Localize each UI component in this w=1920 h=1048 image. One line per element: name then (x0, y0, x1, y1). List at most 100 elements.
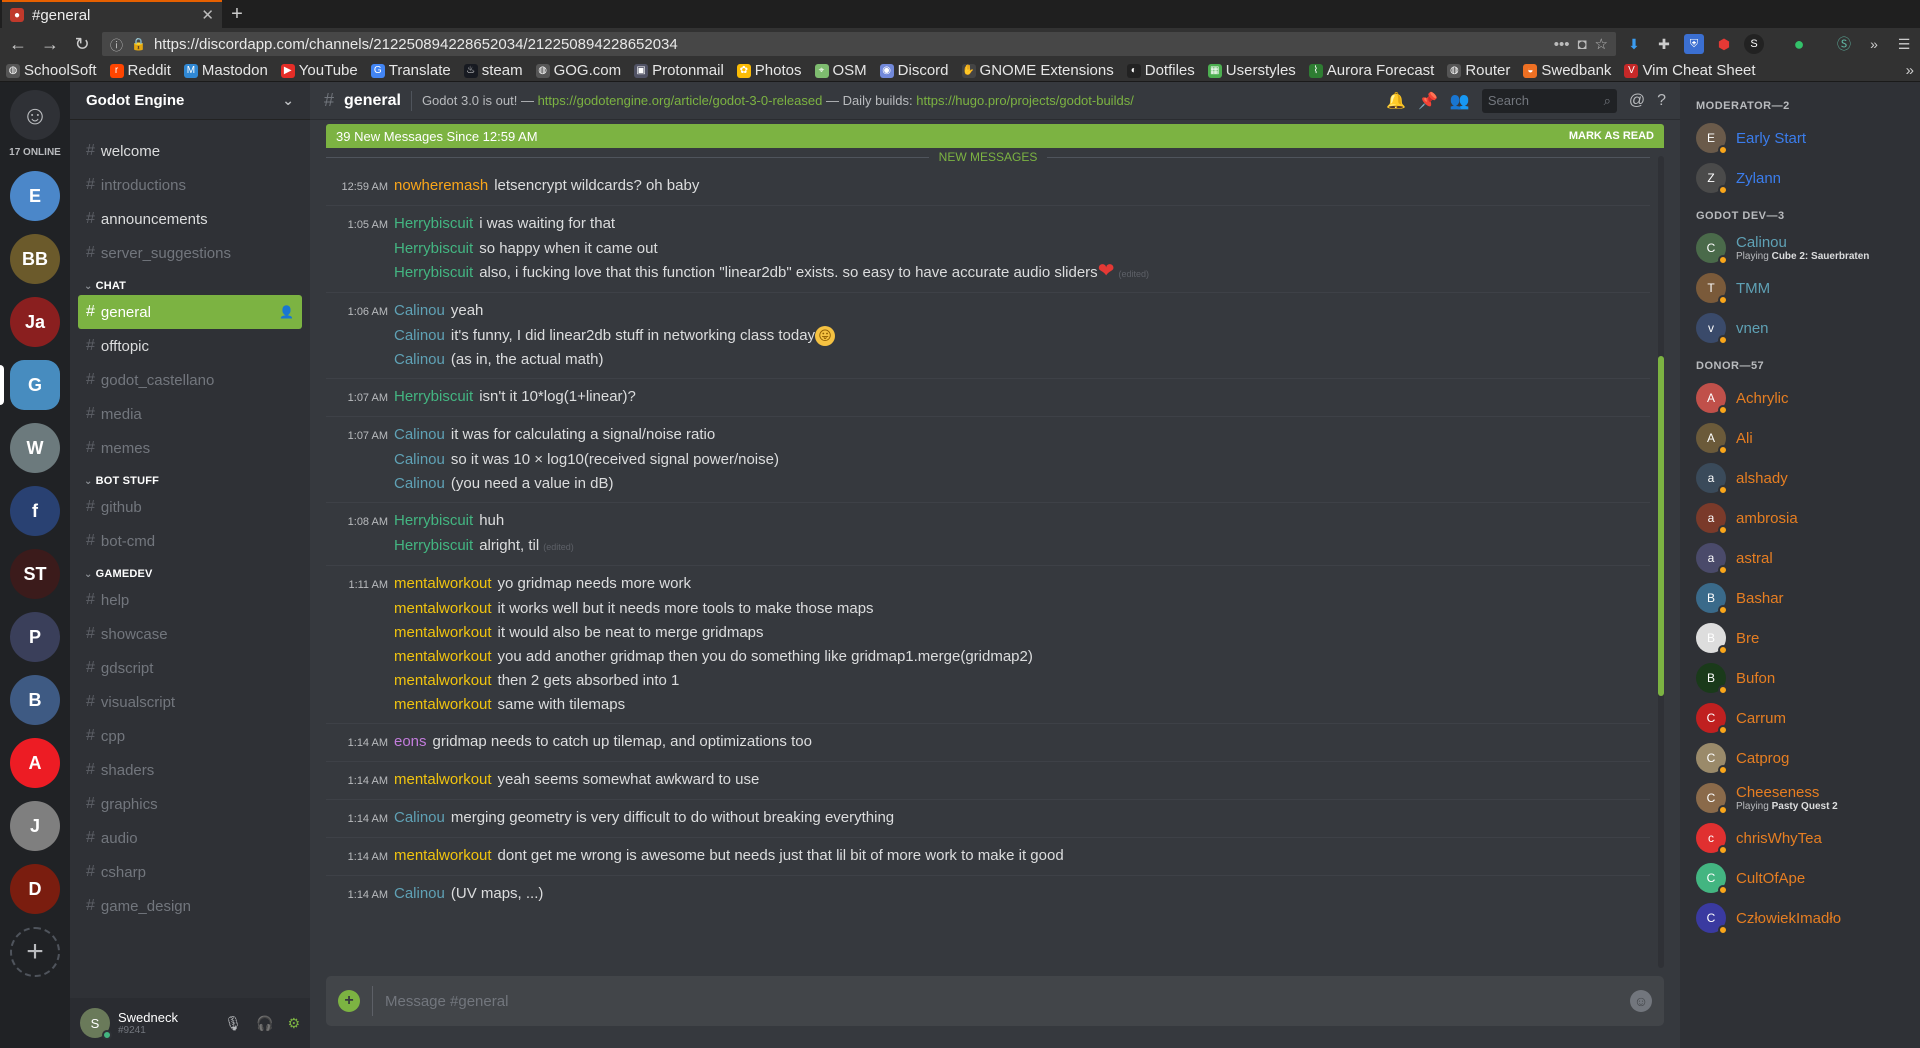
topic-link-builds[interactable]: https://hugo.pro/projects/godot-builds/ (916, 93, 1134, 108)
channel-audio[interactable]: # audio (78, 821, 302, 855)
emoji-picker-icon[interactable]: ☺ (1630, 990, 1652, 1012)
page-actions-icon[interactable]: ••• (1554, 36, 1570, 53)
member-item[interactable]: C Cheeseness Playing Pasty Quest 2 (1696, 778, 1912, 818)
channel-csharp[interactable]: # csharp (78, 855, 302, 889)
server-icon[interactable]: ST (10, 549, 60, 599)
message-scrollbar[interactable] (1658, 156, 1664, 968)
settings-gear-icon[interactable]: ⚙ (287, 1015, 300, 1032)
help-icon[interactable]: ? (1657, 92, 1666, 110)
url-bar[interactable]: ⓘ 🔒 https://discordapp.com/channels/2122… (102, 32, 1616, 56)
lock-icon[interactable]: 🔒 (131, 37, 146, 51)
avatar[interactable]: C (1696, 233, 1728, 265)
member-item[interactable]: a alshady (1696, 458, 1912, 498)
avatar[interactable]: B (1696, 623, 1728, 655)
member-item[interactable]: A Achrylic (1696, 378, 1912, 418)
author-name[interactable]: Herrybiscuit (394, 385, 473, 409)
mark-as-read-button[interactable]: MARK AS READ (1569, 130, 1654, 142)
server-icon[interactable]: D (10, 864, 60, 914)
author-name[interactable]: mentalworkout (394, 669, 492, 693)
author-name[interactable]: Calinou (394, 423, 445, 447)
member-item[interactable]: C Calinou Playing Cube 2: Sauerbraten (1696, 228, 1912, 268)
avatar[interactable]: C (1696, 703, 1728, 735)
topic-link-release[interactable]: https://godotengine.org/article/godot-3-… (538, 93, 823, 108)
server-icon[interactable]: J (10, 801, 60, 851)
bookmark-photos[interactable]: ✿ Photos (736, 62, 802, 79)
bookmark-osm[interactable]: ⌖ OSM (814, 62, 867, 79)
avatar[interactable]: A (1696, 383, 1728, 415)
author-name[interactable]: Herrybiscuit (394, 534, 473, 558)
member-item[interactable]: A Ali (1696, 418, 1912, 458)
channel-graphics[interactable]: # graphics (78, 787, 302, 821)
invite-icon[interactable]: 👤 (279, 305, 294, 319)
category-bot-stuff[interactable]: BOT STUFF (78, 465, 302, 490)
server-header[interactable]: Godot Engine ⌄ (70, 82, 310, 120)
author-name[interactable]: Calinou (394, 348, 445, 372)
stylus-extension-icon[interactable]: S (1744, 34, 1764, 54)
chevron-down-icon[interactable]: ⌄ (282, 92, 294, 109)
bookmark-gnome-extensions[interactable]: ✋ GNOME Extensions (961, 62, 1114, 79)
avatar[interactable]: T (1696, 273, 1728, 305)
headphones-icon[interactable]: 🎧 (256, 1015, 273, 1032)
channel-media[interactable]: # media (78, 397, 302, 431)
author-name[interactable]: Calinou (394, 299, 445, 323)
new-tab-button[interactable]: + (222, 0, 252, 28)
mentions-icon[interactable]: @ (1629, 92, 1645, 110)
bookmark-steam[interactable]: ♨ steam (463, 62, 523, 79)
avatar[interactable]: Z (1696, 163, 1728, 195)
member-item[interactable]: C CultOfApe (1696, 858, 1912, 898)
author-name[interactable]: Herrybiscuit (394, 212, 473, 236)
bookmark-translate[interactable]: G Translate (370, 62, 451, 79)
member-item[interactable]: v vnen (1696, 308, 1912, 348)
avatar[interactable]: B (1696, 663, 1728, 695)
channel-memes[interactable]: # memes (78, 431, 302, 465)
member-item[interactable]: B Bashar (1696, 578, 1912, 618)
notification-bell-icon[interactable]: 🔔 (1386, 91, 1406, 111)
channel-game_design[interactable]: # game_design (78, 889, 302, 923)
author-name[interactable]: Calinou (394, 448, 445, 472)
bookmark-aurora-forecast[interactable]: ⌇ Aurora Forecast (1308, 62, 1434, 79)
refresh-extension-icon[interactable]: ● (1774, 19, 1824, 69)
member-item[interactable]: a astral (1696, 538, 1912, 578)
member-item[interactable]: c chrisWhyTea (1696, 818, 1912, 858)
scrollbar-thumb[interactable] (1658, 356, 1664, 696)
forward-button[interactable]: → (38, 32, 62, 56)
author-name[interactable]: Calinou (394, 472, 445, 496)
avatar[interactable]: a (1696, 503, 1728, 535)
bookmark-swedbank[interactable]: ◒ Swedbank (1523, 62, 1611, 79)
friends-home-button[interactable]: ☺ (10, 90, 60, 140)
server-icon[interactable]: G (0, 360, 60, 410)
channel-bot-cmd[interactable]: # bot-cmd (78, 524, 302, 558)
channel-shaders[interactable]: # shaders (78, 753, 302, 787)
member-item[interactable]: C CzłowiekImadło (1696, 898, 1912, 938)
bookmark-mastodon[interactable]: M Mastodon (183, 62, 268, 79)
close-tab-icon[interactable]: ✕ (201, 6, 214, 24)
add-server-button[interactable]: + (10, 927, 60, 977)
channel-showcase[interactable]: # showcase (78, 617, 302, 651)
channel-help[interactable]: # help (78, 583, 302, 617)
pocket-icon[interactable]: ◘ (1577, 36, 1586, 53)
author-name[interactable]: Calinou (394, 882, 445, 906)
author-name[interactable]: Calinou (394, 324, 445, 348)
channel-introductions[interactable]: # introductions (78, 168, 302, 202)
extension-puzzle-icon[interactable]: ✚ (1654, 34, 1674, 54)
author-name[interactable]: Herrybiscuit (394, 237, 473, 261)
bitwarden-extension-icon[interactable]: ⛨ (1684, 34, 1704, 54)
bookmark-discord[interactable]: ◉ Discord (879, 62, 949, 79)
author-name[interactable]: mentalworkout (394, 597, 492, 621)
bookmark-youtube[interactable]: ▶ YouTube (280, 62, 358, 79)
browser-tab[interactable]: ● #general ✕ (2, 0, 222, 28)
avatar[interactable]: v (1696, 313, 1728, 345)
message-input[interactable] (385, 992, 1618, 1010)
server-icon[interactable]: B (10, 675, 60, 725)
member-item[interactable]: T TMM (1696, 268, 1912, 308)
category-gamedev[interactable]: GAMEDEV (78, 558, 302, 583)
member-item[interactable]: a ambrosia (1696, 498, 1912, 538)
channel-welcome[interactable]: # welcome (78, 134, 302, 168)
avatar[interactable]: A (1696, 423, 1728, 455)
bookmark-reddit[interactable]: r Reddit (109, 62, 171, 79)
bookmark-protonmail[interactable]: ▣ Protonmail (634, 62, 724, 79)
author-name[interactable]: Calinou (394, 806, 445, 830)
pinned-messages-icon[interactable]: 📌 (1418, 91, 1438, 111)
author-name[interactable]: mentalworkout (394, 844, 492, 868)
info-icon[interactable]: ⓘ (110, 35, 123, 54)
